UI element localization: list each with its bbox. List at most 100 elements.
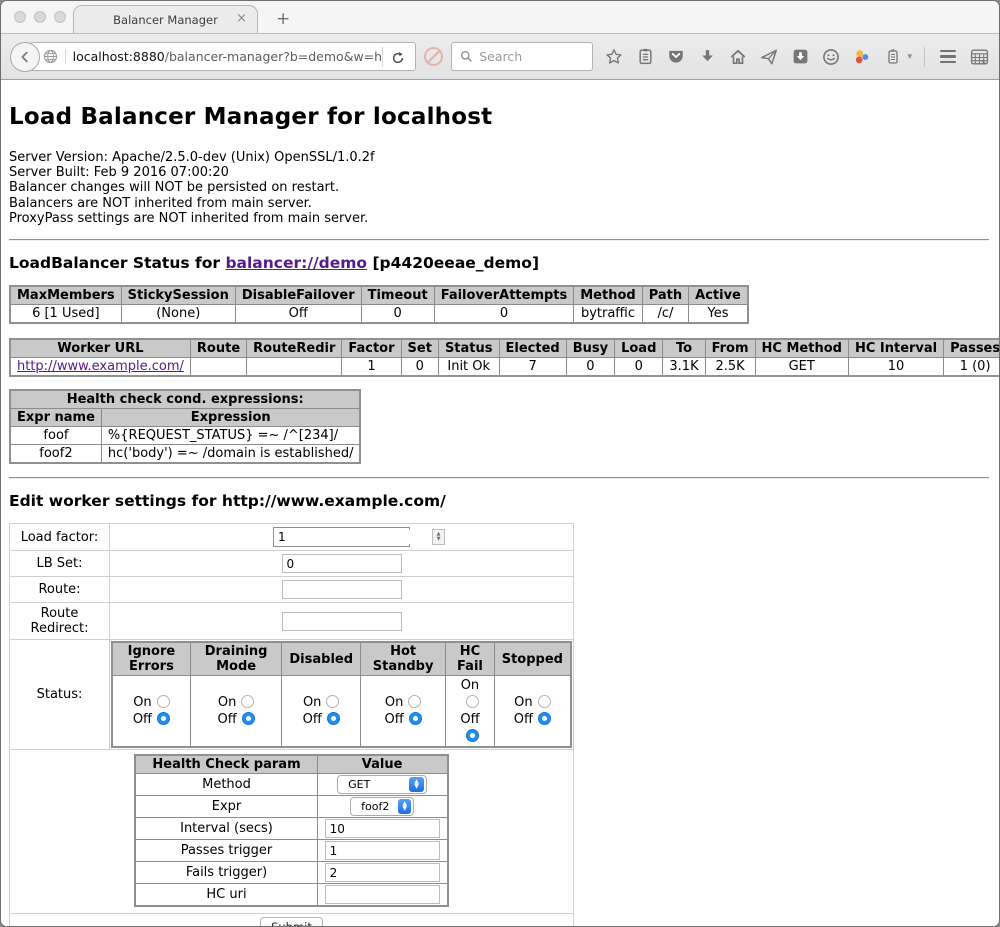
edit-worker-heading: Edit worker settings for http://www.exam… (9, 492, 989, 510)
url-text[interactable]: localhost:8880/balancer-manager?b=demo&w… (73, 49, 383, 64)
home-icon[interactable] (727, 46, 749, 68)
hc-expr-label: Expr (135, 796, 317, 818)
hc-interval-input[interactable] (325, 819, 440, 838)
hot-standby-on-radio[interactable] (408, 695, 421, 708)
disabled-on-radio[interactable] (326, 695, 339, 708)
dropdown-caret-icon[interactable]: ▾ (907, 52, 912, 62)
server-built-line: Server Built: Feb 9 2016 07:00:20 (9, 165, 989, 180)
disabled-off-radio[interactable] (327, 712, 340, 725)
cell-route (190, 358, 246, 377)
globe-icon[interactable] (43, 49, 66, 64)
persist-notice-line: Balancer changes will NOT be persisted o… (9, 180, 989, 195)
lb-set-label: LB Set: (10, 551, 110, 577)
hc-fails-input[interactable] (325, 863, 440, 882)
hc-uri-input[interactable] (325, 885, 440, 904)
cell-routeredir (247, 358, 342, 377)
ignore-errors-off-radio[interactable] (157, 712, 170, 725)
server-info: Server Version: Apache/2.5.0-dev (Unix) … (9, 150, 989, 226)
worker-settings-table: Load factor: ▲▼ LB Set: Route: Route Red… (9, 523, 574, 926)
search-placeholder: Search (479, 49, 522, 64)
hc-row-expr: Expr foof2 ▲▼ (135, 796, 447, 818)
ignore-errors-on-radio[interactable] (157, 695, 170, 708)
search-icon (460, 50, 473, 63)
hot-standby-off-radio[interactable] (409, 712, 422, 725)
hc-row-fails: Fails trigger) (135, 862, 447, 884)
submit-button[interactable]: Submit (260, 917, 323, 926)
zoom-window-button[interactable] (54, 11, 66, 23)
minimize-window-button[interactable] (34, 11, 46, 23)
hc-method-select[interactable]: GET ▲▼ (337, 775, 427, 794)
hc-fail-on-radio[interactable] (466, 695, 479, 708)
on-label: On (461, 678, 479, 693)
col-expression: Expression (101, 409, 360, 427)
tab-close-icon[interactable]: × (236, 11, 247, 26)
form-row-lb-set: LB Set: (10, 551, 574, 577)
route-input[interactable] (282, 580, 402, 599)
hc-expr-selected-value: foof2 (361, 800, 389, 813)
navigation-toolbar: localhost:8880/balancer-manager?b=demo&w… (1, 34, 999, 80)
cell-hc-interval: 10 (848, 358, 943, 377)
cell-active: Yes (689, 305, 748, 324)
col-active: Active (689, 286, 748, 305)
load-factor-input[interactable] (274, 530, 432, 544)
new-tab-button[interactable]: + (276, 9, 290, 29)
off-label: Off (218, 712, 237, 727)
status-hc-fail-cell: On Off (446, 676, 495, 748)
form-row-load-factor: Load factor: ▲▼ (10, 524, 574, 551)
form-row-route-redirect: Route Redirect: (10, 603, 574, 640)
stepper-arrows-icon[interactable]: ▲▼ (432, 529, 445, 545)
stopped-on-radio[interactable] (538, 695, 551, 708)
smiley-icon[interactable] (820, 46, 842, 68)
col-timeout: Timeout (361, 286, 434, 305)
stopped-off-radio[interactable] (538, 712, 551, 725)
send-icon[interactable] (758, 46, 780, 68)
col-path: Path (642, 286, 688, 305)
window-controls[interactable] (14, 11, 66, 23)
worker-url-link[interactable]: http://www.example.com/ (17, 359, 184, 374)
route-redirect-input[interactable] (282, 612, 402, 631)
off-label: Off (514, 712, 533, 727)
battery-panel-icon[interactable] (882, 46, 904, 68)
hc-method-selected-value: GET (348, 778, 370, 791)
hc-header-row: Health Check param Value (135, 755, 447, 774)
reading-list-icon[interactable] (634, 46, 656, 68)
extension-dots-icon[interactable] (851, 46, 873, 68)
hc-method-label: Method (135, 774, 317, 796)
toolbar-icons: ▾ (603, 46, 990, 68)
hc-fails-label: Fails trigger) (135, 862, 317, 884)
hc-fail-off-radio[interactable] (466, 729, 479, 742)
url-bar[interactable]: localhost:8880/balancer-manager?b=demo&w… (30, 42, 417, 71)
download-icon[interactable] (696, 46, 718, 68)
form-row-hc-params: Health Check param Value Method GET ▲▼ (10, 750, 574, 914)
col-disabled: Disabled (282, 642, 361, 676)
off-label: Off (303, 712, 322, 727)
load-factor-stepper[interactable]: ▲▼ (273, 527, 410, 547)
status-ignore-errors-cell: On Off (112, 676, 190, 748)
cell-factor: 1 (342, 358, 401, 377)
table-row: http://www.example.com/ 1 0 Init Ok 7 0 … (10, 358, 999, 377)
search-bar[interactable]: Search (451, 42, 593, 71)
draining-mode-off-radio[interactable] (242, 712, 255, 725)
blocked-content-icon[interactable] (424, 47, 443, 66)
balancer-demo-link[interactable]: balancer://demo (225, 254, 367, 272)
lb-set-input[interactable] (282, 554, 402, 573)
inherit-notice-line: Balancers are NOT inherited from main se… (9, 196, 989, 211)
tab-bar: Balancer Manager × + (1, 1, 999, 34)
draining-mode-on-radio[interactable] (241, 695, 254, 708)
menu-icon[interactable] (937, 46, 959, 68)
bookmark-star-icon[interactable] (603, 46, 625, 68)
col-expr-name: Expr name (10, 409, 101, 427)
back-button[interactable] (10, 42, 40, 72)
hc-row-method: Method GET ▲▼ (135, 774, 447, 796)
apps-grid-icon[interactable] (968, 46, 990, 68)
hc-expr-select[interactable]: foof2 ▲▼ (350, 797, 414, 816)
proxypass-notice-line: ProxyPass settings are NOT inherited fro… (9, 211, 989, 226)
tab-balancer-manager[interactable]: Balancer Manager × (73, 5, 258, 33)
close-window-button[interactable] (14, 11, 26, 23)
save-panel-icon[interactable] (789, 46, 811, 68)
col-hc-value: Value (317, 755, 448, 774)
reload-button[interactable] (382, 47, 411, 67)
hc-passes-input[interactable] (325, 841, 440, 860)
cell-expression: hc('body') =~ /domain is established/ (101, 445, 360, 464)
pocket-icon[interactable] (665, 46, 687, 68)
